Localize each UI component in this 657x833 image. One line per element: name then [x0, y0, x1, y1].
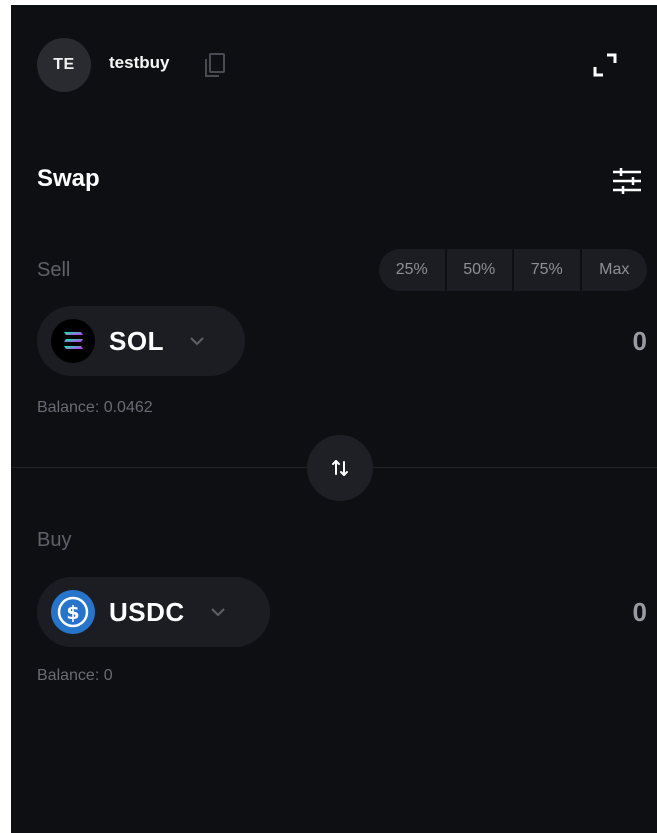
- percent-50-button[interactable]: 50%: [447, 249, 514, 291]
- sell-label: Sell: [37, 259, 71, 281]
- username: testbuy: [109, 53, 170, 72]
- buy-label: Buy: [37, 529, 72, 551]
- copy-icon[interactable]: [201, 51, 229, 79]
- usdc-token-icon: $: [51, 590, 95, 634]
- sell-token-symbol: SOL: [109, 325, 164, 356]
- avatar[interactable]: TE: [37, 38, 91, 92]
- sell-balance: Balance: 0.0462: [37, 399, 153, 416]
- buy-token-symbol: USDC: [109, 596, 185, 627]
- sol-token-icon: [51, 319, 95, 363]
- svg-text:$: $: [66, 602, 79, 624]
- buy-balance: Balance: 0: [37, 667, 113, 684]
- buy-token-selector[interactable]: $ USDC: [37, 577, 270, 647]
- sliders-icon[interactable]: [609, 163, 645, 199]
- swap-direction-button[interactable]: [307, 435, 373, 501]
- swap-arrows-icon: [332, 460, 348, 476]
- buy-amount-input[interactable]: 0: [567, 597, 647, 628]
- chevron-down-icon: [210, 608, 225, 617]
- page-title: Swap: [37, 165, 100, 192]
- percent-75-button[interactable]: 75%: [514, 249, 582, 291]
- sell-token-selector[interactable]: SOL: [37, 306, 245, 376]
- avatar-initials: TE: [53, 56, 75, 73]
- percent-25-button[interactable]: 25%: [379, 249, 447, 291]
- max-button[interactable]: Max: [582, 249, 648, 291]
- expand-icon[interactable]: [591, 51, 619, 79]
- swap-widget: TE testbuy Swap Sell 25% 50% 75% Max SOL…: [11, 5, 657, 833]
- chevron-down-icon: [190, 337, 204, 346]
- percent-selector: 25% 50% 75% Max: [379, 249, 647, 291]
- sell-amount-input[interactable]: 0: [567, 326, 647, 357]
